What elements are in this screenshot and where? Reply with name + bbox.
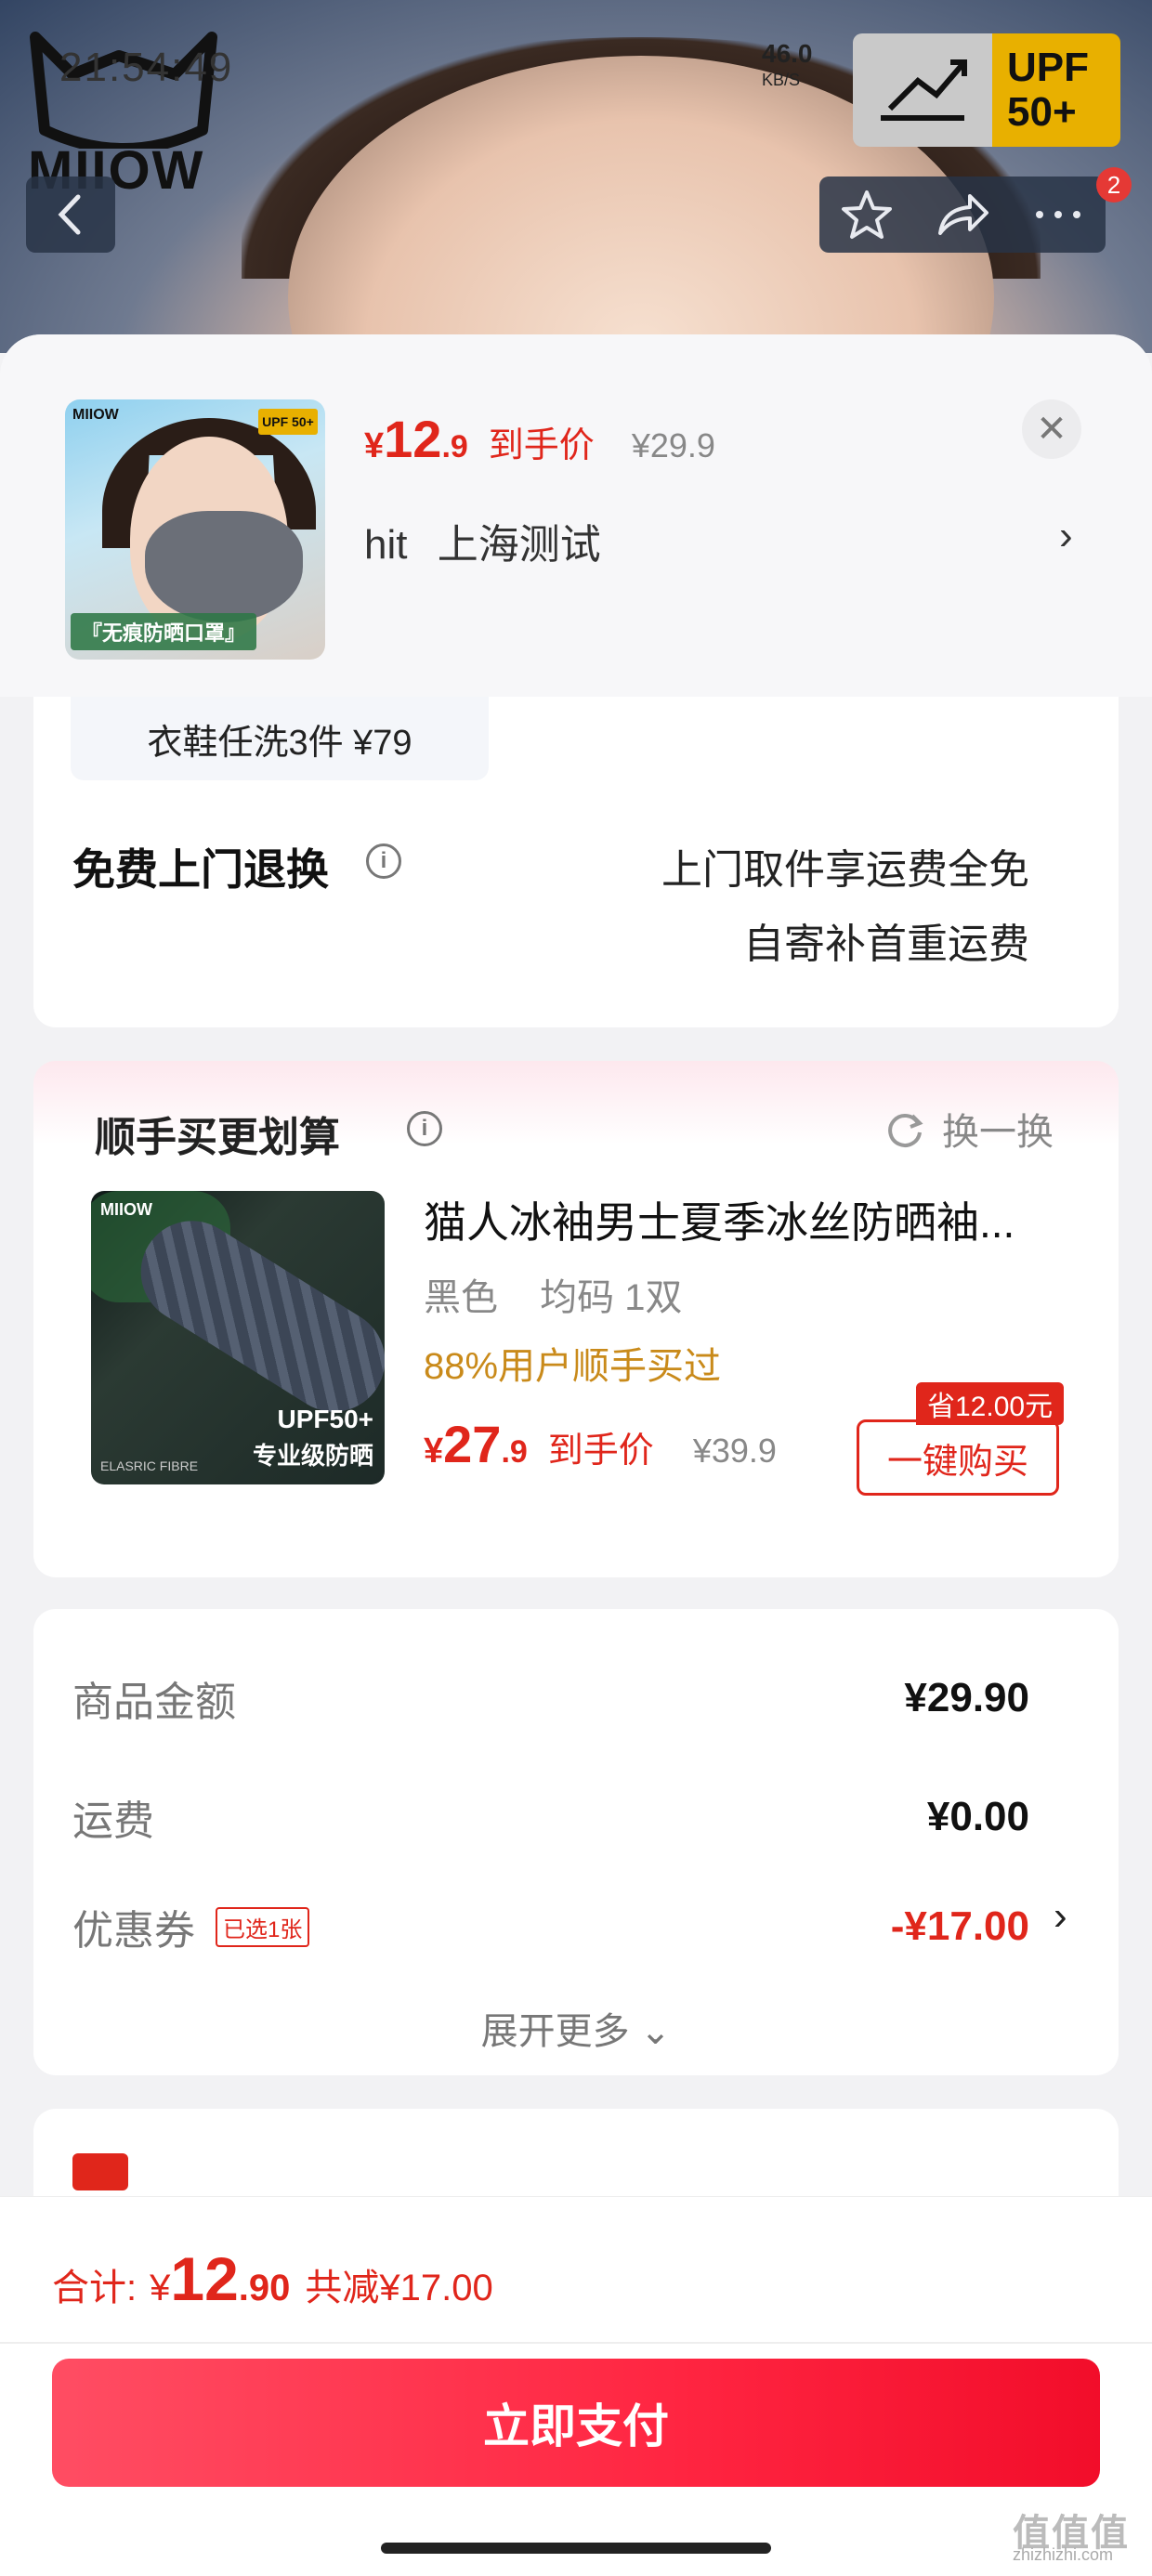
swap-button[interactable]: 换一换	[884, 1102, 1054, 1156]
divider	[0, 2342, 1152, 2344]
chevron-left-icon	[58, 194, 81, 235]
address-name: hit	[364, 522, 408, 568]
upf-badge: UPF 50+	[853, 33, 1120, 147]
back-button[interactable]	[26, 177, 115, 253]
upf-badge-line1: UPF	[1007, 45, 1089, 90]
total-amount: 合计: ¥ 12 .90 共减¥17.00	[52, 2243, 493, 2314]
coupon-badge: 已选1张	[216, 1906, 310, 1947]
status-time: 21:54:49	[59, 45, 234, 90]
original-price: ¥39.9	[692, 1432, 777, 1470]
bundle-thumb-sub: 专业级防晒	[252, 1442, 373, 1470]
watermark-text: zhizhizhi.com	[1013, 2545, 1114, 2564]
return-title: 免费上门退换	[72, 845, 329, 894]
upf-chart-icon	[853, 33, 992, 147]
bundle-item-spec: 黑色 均码 1双	[424, 1267, 682, 1321]
close-icon: ✕	[1036, 409, 1067, 450]
upf-badge-text: UPF 50+	[992, 33, 1120, 147]
chevron-right-icon[interactable]: ›	[1054, 1893, 1067, 1940]
coupon-label-group: 优惠券 已选1张	[72, 1897, 310, 1956]
goods-amount-value: ¥29.90	[904, 1675, 1029, 1720]
pay-now-button[interactable]: 立即支付	[52, 2359, 1100, 2487]
speed-value: 46.0	[762, 39, 813, 68]
price-decimal: .9	[441, 429, 468, 464]
info-icon[interactable]: i	[366, 843, 401, 879]
shipping-label: 运费	[72, 1798, 154, 1844]
goods-amount-label: 商品金额	[72, 1680, 236, 1725]
bundle-item-thumbnail[interactable]: MIIOW UPF50+ 专业级防晒 ELASRIC FIBRE	[91, 1191, 385, 1484]
total-integer: 12	[170, 2244, 239, 2313]
total-symbol: ¥	[150, 2268, 171, 2308]
bundle-card: 顺手买更划算 i 换一换 MIIOW UPF50+ 专业级防晒 ELASRIC …	[33, 1061, 1119, 1577]
shipping-row: 运费 ¥0.00	[72, 1787, 1029, 1847]
goods-amount-row: 商品金额 ¥29.90	[72, 1668, 1029, 1728]
bundle-thumb-logo: MIIOW	[100, 1200, 152, 1219]
coupon-label: 优惠券	[72, 1908, 195, 1954]
return-policy-line2: 自寄补首重运费	[743, 922, 1029, 967]
service-card: 衣鞋任洗3件 ¥79 免费上门退换 i 上门取件享运费全免 自寄补首重运费	[33, 697, 1119, 1027]
coupon-row[interactable]: 优惠券 已选1张 -¥17.00	[72, 1897, 1029, 1956]
bundle-thumb-fabric: ELASRIC FIBRE	[100, 1458, 199, 1473]
laundry-service-chip[interactable]: 衣鞋任洗3件 ¥79	[71, 697, 489, 780]
return-policy-line1: 上门取件享运费全免	[661, 847, 1029, 893]
coupon-value: -¥17.00	[890, 1903, 1029, 1949]
bundle-item-color: 黑色	[424, 1277, 498, 1318]
thumb-banner: 『无痕防晒口罩』	[71, 613, 256, 650]
thumb-logo: MIIOW	[72, 407, 119, 423]
shipping-value: ¥0.00	[926, 1794, 1029, 1839]
bundle-thumb-upf: UPF50+	[277, 1405, 374, 1433]
thumb-sleeve	[121, 1201, 385, 1432]
original-price: ¥29.9	[631, 426, 715, 464]
order-summary-card: 商品金额 ¥29.90 运费 ¥0.00 优惠券 已选1张 -¥17.00 › …	[33, 1609, 1119, 2075]
chevron-right-icon[interactable]: ›	[1059, 513, 1073, 559]
thumb-upf-badge: UPF 50+	[258, 409, 318, 435]
top-action-group	[819, 177, 1106, 253]
bundle-item-size: 均码 1双	[540, 1277, 683, 1318]
price-integer: 27	[443, 1415, 502, 1473]
total-savings: 共减¥17.00	[305, 2268, 493, 2308]
sheet-header: MIIOW UPF 50+ 『无痕防晒口罩』 ¥ 12 .9 到手价 ¥29.9…	[0, 334, 1152, 697]
swap-label: 换一换	[942, 1112, 1054, 1153]
price-symbol: ¥	[364, 426, 385, 465]
save-tag: 省12.00元	[916, 1382, 1065, 1425]
total-decimal: .90	[238, 2268, 291, 2308]
home-indicator[interactable]	[381, 2543, 771, 2554]
thumb-mask	[145, 511, 303, 622]
notification-badge: 2	[1096, 167, 1132, 203]
expand-more-button[interactable]: 展开更多 ⌄	[33, 2001, 1119, 2055]
info-icon[interactable]: i	[407, 1111, 442, 1146]
total-label: 合计:	[52, 2268, 137, 2308]
speed-unit: KB/S	[762, 71, 801, 89]
bundle-item-name[interactable]: 猫人冰袖男士夏季冰丝防晒袖...	[424, 1189, 1065, 1250]
checkout-bar: 合计: ¥ 12 .90 共减¥17.00 立即支付	[0, 2196, 1152, 2576]
star-icon[interactable]	[839, 187, 895, 242]
price-tag: 到手价	[547, 1432, 654, 1471]
payment-logo-icon	[72, 2153, 128, 2190]
price-integer: 12	[384, 410, 442, 468]
shipping-address[interactable]: hit 上海测试	[364, 511, 601, 570]
product-price: ¥ 12 .9 到手价 ¥29.9	[364, 409, 715, 469]
refresh-icon	[888, 1113, 923, 1147]
close-button[interactable]: ✕	[1022, 399, 1081, 459]
bundle-title: 顺手买更划算	[95, 1115, 340, 1160]
upf-badge-line2: 50+	[1007, 89, 1077, 135]
bundle-item-bought: 88%用户顺手买过	[424, 1346, 722, 1387]
price-tag: 到手价	[488, 426, 595, 465]
more-icon[interactable]	[1030, 187, 1086, 242]
address-text: 上海测试	[437, 522, 601, 568]
network-speed: 46.0 KB/S	[762, 41, 813, 93]
share-icon[interactable]	[935, 187, 990, 242]
product-thumbnail[interactable]: MIIOW UPF 50+ 『无痕防晒口罩』	[65, 399, 325, 660]
bundle-item-price: ¥ 27 .9 到手价 ¥39.9	[424, 1414, 777, 1474]
price-symbol: ¥	[424, 1432, 444, 1471]
one-click-buy-button[interactable]: 一键购买	[857, 1419, 1059, 1496]
price-decimal: .9	[501, 1434, 528, 1470]
